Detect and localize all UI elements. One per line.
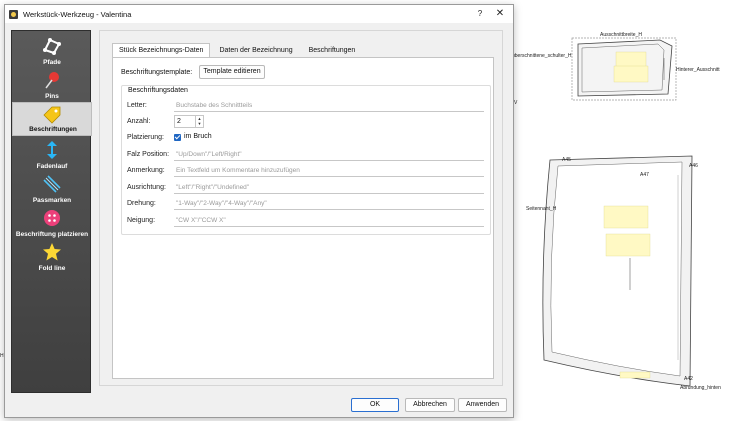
pin-icon (45, 72, 59, 89)
canvas-label-a46: A46 (689, 163, 698, 169)
canvas-label-ausschnittbreite: Ausschnittbreite_H (600, 32, 642, 38)
app-icon (9, 9, 18, 19)
quantity-label: Anzahl: (127, 118, 151, 125)
sidebar-item-label: Beschriftung platzieren (15, 231, 89, 238)
sidebar-item-fold-line[interactable]: Fold line (12, 240, 92, 274)
cancel-button[interactable]: Abbrechen (405, 398, 455, 412)
orientation-input[interactable]: "Left"/"Right"/"Undefined" (174, 181, 484, 194)
canvas-label-hinterer: Hinterer_Ausschnitt (676, 67, 720, 73)
help-button[interactable]: ? (471, 7, 489, 21)
sidebar-item-label: Pfade (43, 59, 61, 66)
quantity-spinbox[interactable]: 2 ▲ ▼ (174, 115, 204, 128)
tab-bar: Stück Bezeichnungs-Daten Daten der Bezei… (112, 43, 364, 57)
sidebar-item-grainline[interactable]: Fadenlauf (12, 138, 92, 172)
annotation-input[interactable]: Ein Textfeld um Kommentare hinzuzufügen (174, 164, 484, 177)
tab-piece-label-data[interactable]: Stück Bezeichnungs-Daten (112, 43, 211, 57)
screen: Ausschnittbreite_H überschnittene_schult… (0, 0, 737, 421)
tilt-label: Neigung: (127, 217, 156, 224)
sidebar-item-labels[interactable]: Beschriftungen (12, 102, 92, 136)
tilt-input[interactable]: "CW X"/"CCW X" (174, 214, 484, 227)
quantity-value: 2 (177, 118, 181, 125)
sidebar-item-notches[interactable]: Passmarken (12, 172, 92, 206)
apply-button[interactable]: Anwenden (458, 398, 507, 412)
sidebar-item-label: Fold line (38, 265, 66, 272)
window-title: Werkstück-Werkzeug - Valentina (23, 9, 132, 19)
sidebar-item-label: Fadenlauf (36, 163, 68, 170)
canvas-label-abrundung: Abrundung_hinten (680, 385, 721, 391)
label-tag-icon (43, 106, 61, 124)
pattern-piece-top[interactable] (571, 37, 677, 101)
letter-input[interactable]: Buchstabe des Schnittteils (174, 99, 484, 112)
fold-position-input[interactable]: "Up/Down"/"Left/Right" (174, 148, 484, 161)
orientation-label: Ausrichtung: (127, 184, 166, 191)
placement-label: Platzierung: (127, 134, 164, 141)
path-icon (43, 38, 61, 55)
star-icon (43, 243, 61, 261)
annotation-label: Anmerkung: (127, 167, 165, 174)
sidebar-item-paths[interactable]: Pfade (12, 34, 92, 68)
sidebar-item-pins[interactable]: Pins (12, 68, 92, 102)
canvas-label-a42: A42 (684, 376, 693, 382)
fold-checkbox[interactable] (174, 134, 181, 141)
main-panel: Stück Bezeichnungs-Daten Daten der Bezei… (99, 30, 503, 386)
ok-button[interactable]: OK (351, 398, 399, 412)
sidebar-item-label: Pins (45, 93, 59, 100)
edit-template-button[interactable]: Template editieren (199, 65, 265, 79)
sidebar-item-label: Passmarken (32, 197, 72, 204)
canvas-label-a47: A47 (640, 172, 649, 178)
rotation-label: Drehung: (127, 200, 156, 207)
fold-position-label: Falz Position: (127, 151, 170, 158)
button-place-icon (44, 210, 60, 226)
piece-tool-dialog[interactable]: Werkstück-Werkzeug - Valentina ? ✕ Pfade… (4, 4, 514, 418)
template-label: Beschriftungstemplate: (121, 69, 193, 76)
label-data-group: Beschriftungsdaten Letter: Buchstabe des… (121, 85, 491, 235)
notch-icon (43, 175, 61, 193)
canvas-label-seitennaht: Seitennaht_H (526, 206, 557, 212)
sidebar-item-place-label[interactable]: Beschriftung platzieren (12, 206, 92, 240)
tab-labels[interactable]: Beschriftungen (302, 43, 363, 57)
canvas-label-v: V (514, 100, 518, 106)
sidebar: Pfade Pins Beschriftungen Fadenlauf Pass… (11, 30, 92, 393)
canvas-label-a45: A45 (562, 157, 571, 163)
grainline-icon (47, 141, 57, 159)
tab-label-data[interactable]: Daten der Bezeichnung (212, 43, 299, 57)
canvas-label-schulter: überschnittene_schulter_H (512, 53, 572, 59)
group-title: Beschriftungsdaten (128, 87, 188, 94)
tab-content: Beschriftungstemplate: Template editiere… (112, 57, 494, 379)
pattern-piece-back[interactable] (542, 155, 693, 387)
rotation-input[interactable]: "1-Way"/"2-Way"/"4-Way"/"Any" (174, 197, 484, 210)
fold-checkbox-label[interactable]: im Bruch (184, 133, 212, 140)
letter-label: Letter: (127, 102, 147, 109)
spin-arrows-icon[interactable]: ▲ ▼ (195, 116, 203, 127)
close-button[interactable]: ✕ (491, 7, 509, 21)
sidebar-item-label: Beschriftungen (29, 126, 77, 133)
title-bar[interactable]: Werkstück-Werkzeug - Valentina ? ✕ (5, 5, 513, 23)
